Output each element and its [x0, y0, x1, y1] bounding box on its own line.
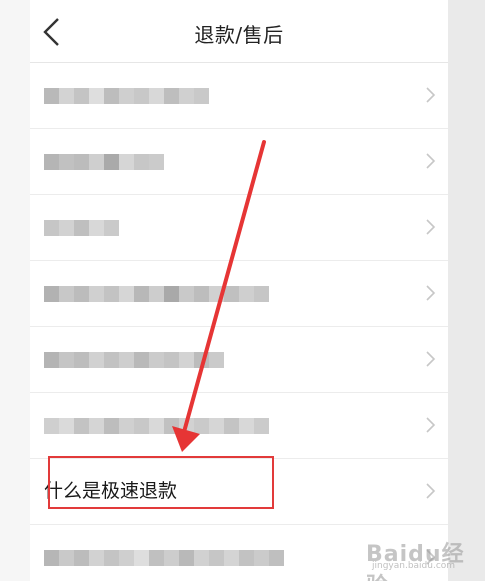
blurred-item-text [44, 550, 284, 566]
list-item[interactable] [30, 393, 448, 459]
blurred-item-text [44, 352, 224, 368]
chevron-right-icon [424, 85, 436, 105]
list-item[interactable] [30, 129, 448, 195]
baidu-watermark: Baidu经验 [366, 542, 465, 581]
blurred-item-text [44, 88, 209, 104]
chevron-right-icon [424, 151, 436, 171]
blurred-item-text [44, 154, 164, 170]
blurred-item-text [44, 286, 269, 302]
left-blurred-margin [0, 0, 30, 581]
list-item-label: 什么是极速退款 [44, 480, 178, 502]
chevron-right-icon [424, 415, 436, 435]
blurred-item-text [44, 220, 119, 236]
list-item[interactable] [30, 63, 448, 129]
watermark-url: jingyan.baidu.com [372, 561, 456, 571]
chevron-right-icon [424, 349, 436, 369]
navigation-bar: 退款/售后 [30, 0, 448, 63]
page-title: 退款/售后 [194, 23, 284, 47]
chevron-right-icon [424, 283, 436, 303]
chevron-right-icon [424, 217, 436, 237]
list-item[interactable]: 什么是极速退款 [30, 459, 448, 525]
list-item[interactable] [30, 327, 448, 393]
right-blurred-margin [448, 0, 485, 581]
refund-aftersale-page: 退款/售后 什么是极速退款 [30, 0, 448, 581]
blurred-item-text [44, 418, 269, 434]
chevron-right-icon [424, 481, 436, 501]
list-item[interactable] [30, 261, 448, 327]
list-item[interactable] [30, 195, 448, 261]
app-screen: 退款/售后 什么是极速退款 Baidu经验 jingyan.baidu.com [0, 0, 485, 581]
help-topic-list: 什么是极速退款 [30, 63, 448, 581]
